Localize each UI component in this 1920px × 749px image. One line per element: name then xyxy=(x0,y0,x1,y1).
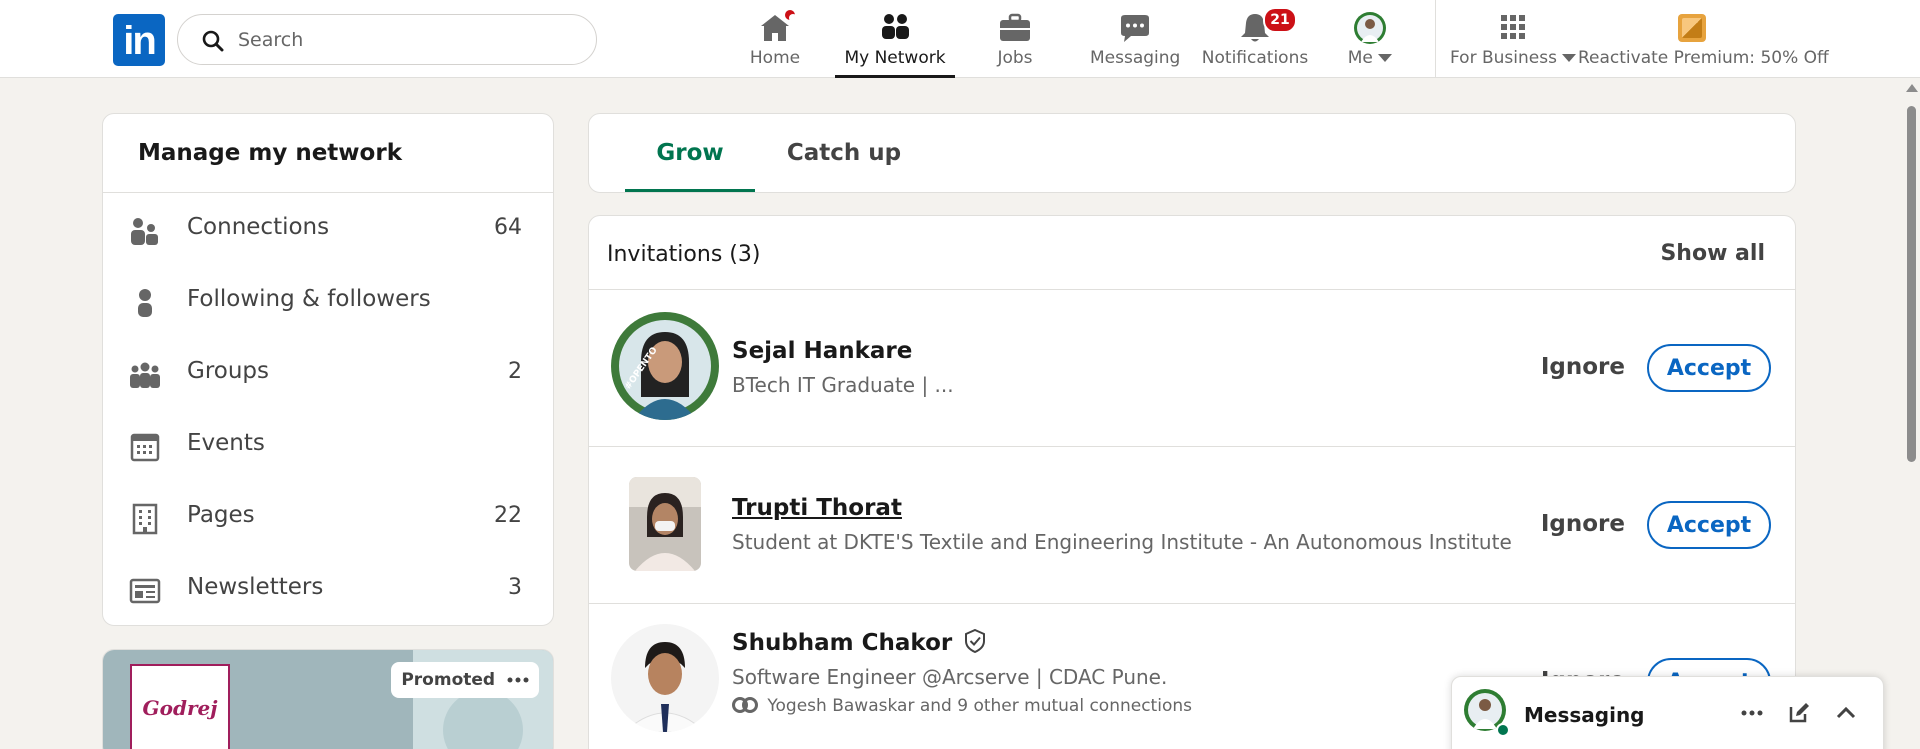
newsletters-label: Newsletters xyxy=(187,574,324,600)
groups-count: 2 xyxy=(508,359,522,384)
my-network-icon xyxy=(882,14,909,39)
invitation-headline: Student at DKTE'S Textile and Engineerin… xyxy=(732,530,1512,554)
nav-premium-label: Reactivate Premium: 50% Off xyxy=(1578,48,1829,68)
groups-icon xyxy=(130,362,160,388)
connections-icon xyxy=(131,218,158,245)
nav-me[interactable]: Me xyxy=(1340,0,1400,78)
briefcase-icon xyxy=(1000,13,1030,41)
events-label: Events xyxy=(187,430,265,456)
search-box[interactable] xyxy=(177,14,597,65)
chat-bubble-icon xyxy=(1121,15,1149,42)
building-icon xyxy=(132,503,158,535)
invitation-name[interactable]: Shubham Chakor xyxy=(732,628,986,656)
invitation-name-text: Shubham Chakor xyxy=(732,630,953,656)
nav-divider xyxy=(1435,0,1436,78)
invitation-headline: BTech IT Graduate | ... xyxy=(732,373,954,397)
ignore-button[interactable]: Ignore xyxy=(1541,511,1625,537)
page-scrollbar[interactable] xyxy=(1903,78,1920,749)
nav-jobs[interactable]: Jobs xyxy=(980,0,1050,78)
grid-apps-icon xyxy=(1500,15,1525,39)
messaging-overlay[interactable]: Messaging xyxy=(1451,676,1884,749)
nav-jobs-label: Jobs xyxy=(997,48,1033,68)
invitations-header: Invitations (3) xyxy=(607,242,761,267)
avatar[interactable]: #OPENTO xyxy=(611,312,719,420)
following-followers-label: Following & followers xyxy=(187,286,431,312)
scrollbar-thumb[interactable] xyxy=(1907,106,1916,462)
avatar[interactable] xyxy=(629,477,701,571)
godrej-logo: Godrej xyxy=(130,664,230,749)
accept-button[interactable]: Accept xyxy=(1647,344,1771,392)
nav-reactivate-premium[interactable]: Reactivate Premium: 50% Off xyxy=(1578,0,1829,78)
tabs-card: Grow Catch up xyxy=(588,113,1796,193)
nav-me-text: Me xyxy=(1340,48,1400,68)
more-options-icon[interactable] xyxy=(507,677,529,683)
notification-dot xyxy=(782,7,798,23)
premium-icon xyxy=(1678,14,1706,42)
nav-my-network[interactable]: My Network xyxy=(835,0,955,78)
search-input[interactable] xyxy=(238,27,578,53)
manage-item-pages[interactable]: Pages 22 xyxy=(103,481,553,553)
accept-button[interactable]: Accept xyxy=(1647,501,1771,549)
nav-for-business-text: For Business xyxy=(1450,48,1577,68)
invitation-headline: Software Engineer @Arcserve | CDAC Pune. xyxy=(732,665,1168,689)
avatar[interactable] xyxy=(611,624,719,732)
invitations-card: Invitations (3) Show all #OPENTO Sejal H… xyxy=(588,215,1796,749)
connections-label: Connections xyxy=(187,214,330,240)
promoted-label: Promoted xyxy=(401,670,496,690)
more-options-icon[interactable] xyxy=(1740,701,1764,725)
newsletters-count: 3 xyxy=(508,575,522,600)
nav-for-business[interactable]: For Business xyxy=(1450,0,1577,78)
invitation-row: Trupti Thorat Student at DKTE'S Textile … xyxy=(589,447,1795,603)
nav-home[interactable]: Home xyxy=(740,0,810,78)
manage-item-following-followers[interactable]: Following & followers xyxy=(103,265,553,337)
nav-me-label: Me xyxy=(1347,48,1373,68)
nav-my-network-label: My Network xyxy=(844,48,946,68)
invitation-name[interactable]: Trupti Thorat xyxy=(732,495,902,521)
nav-home-label: Home xyxy=(749,48,801,68)
show-all-link[interactable]: Show all xyxy=(1660,241,1765,266)
messaging-title: Messaging xyxy=(1524,703,1645,727)
pages-count: 22 xyxy=(494,503,522,528)
top-navigation: in Home My Network Jobs xyxy=(0,0,1920,78)
mutual-connections: Yogesh Bawaskar and 9 other mutual conne… xyxy=(732,696,1192,716)
linkedin-logo[interactable]: in xyxy=(113,14,165,66)
manage-item-connections[interactable]: Connections 64 xyxy=(103,193,553,265)
me-avatar xyxy=(1354,12,1386,44)
newsletter-icon xyxy=(129,578,161,604)
compose-icon[interactable] xyxy=(1787,701,1811,725)
verified-shield-icon xyxy=(965,628,986,654)
manage-item-groups[interactable]: Groups 2 xyxy=(103,337,553,409)
mutual-connections-icon xyxy=(732,697,758,713)
ignore-button[interactable]: Ignore xyxy=(1541,354,1625,380)
manage-item-events[interactable]: Events xyxy=(103,409,553,481)
tab-grow[interactable]: Grow xyxy=(625,114,755,192)
notifications-badge: 21 xyxy=(1263,7,1297,33)
manage-network-card: Manage my network Connections 64 Followi… xyxy=(102,113,554,626)
groups-label: Groups xyxy=(187,358,270,384)
promoted-card[interactable]: Godrej Promoted xyxy=(102,649,554,749)
manage-network-title: Manage my network xyxy=(138,140,402,166)
invitation-row: #OPENTO Sejal Hankare BTech IT Graduate … xyxy=(589,290,1795,446)
nav-messaging-label: Messaging xyxy=(1090,48,1181,68)
nav-messaging[interactable]: Messaging xyxy=(1090,0,1180,78)
caret-down-icon xyxy=(1562,53,1577,62)
manage-item-newsletters[interactable]: Newsletters 3 xyxy=(103,553,553,625)
promoted-tag[interactable]: Promoted xyxy=(391,662,539,698)
nav-for-business-label: For Business xyxy=(1450,48,1557,68)
person-icon xyxy=(138,289,152,317)
tab-catch-up[interactable]: Catch up xyxy=(785,114,903,192)
calendar-icon xyxy=(130,433,160,462)
scroll-up-arrow[interactable] xyxy=(1906,84,1918,92)
search-icon xyxy=(202,30,224,52)
caret-down-icon xyxy=(1378,53,1393,62)
invitation-name[interactable]: Sejal Hankare xyxy=(732,338,912,364)
mutual-connections-text: Yogesh Bawaskar and 9 other mutual conne… xyxy=(767,696,1192,716)
online-status-indicator xyxy=(1496,723,1510,737)
connections-count: 64 xyxy=(494,215,522,240)
chevron-up-icon[interactable] xyxy=(1834,701,1858,725)
nav-notifications-label: Notifications xyxy=(1201,48,1309,68)
pages-label: Pages xyxy=(187,502,255,528)
nav-notifications[interactable]: 21 Notifications xyxy=(1200,0,1310,78)
